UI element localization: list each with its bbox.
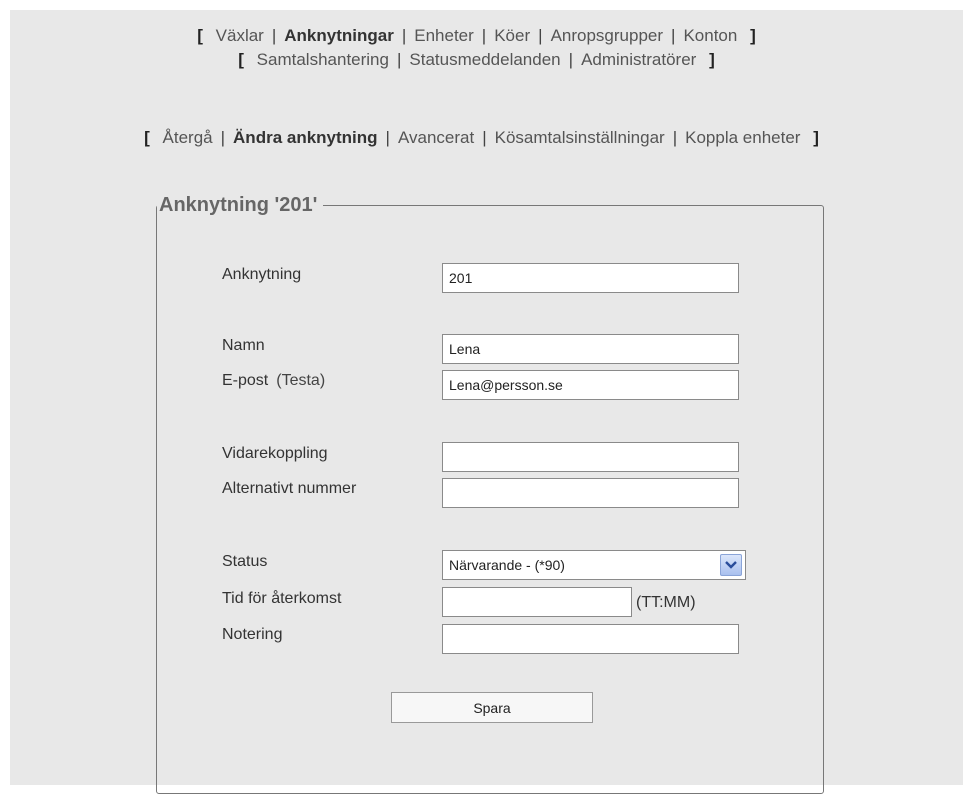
nav-administratorer[interactable]: Administratörer: [581, 50, 696, 69]
name-input[interactable]: [442, 334, 739, 364]
nav-anknytningar[interactable]: Anknytningar: [284, 26, 394, 45]
sub-navigation: [ Återgå | Ändra anknytning | Avancerat | Kösa…: [144, 128, 819, 147]
alt-number-label: Alternativt nummer: [222, 480, 357, 497]
nav-andra-anknytning[interactable]: Ändra anknytning: [233, 128, 378, 147]
forwarding-input[interactable]: [442, 442, 739, 472]
status-label: Status: [222, 553, 268, 570]
return-time-label: Tid för återkomst: [222, 590, 342, 607]
note-label: Notering: [222, 626, 283, 643]
nav-koppla-enheter[interactable]: Koppla enheter: [685, 128, 800, 147]
return-time-format-hint: (TT:MM): [636, 594, 696, 611]
nav-samtalshantering[interactable]: Samtalshantering: [257, 50, 389, 69]
main-nav-row-1: [ Växlar | Anknytningar | Enheter | Köer | Anrop…: [197, 26, 756, 45]
alt-number-input[interactable]: [442, 478, 739, 508]
email-test-link[interactable]: (Testa): [276, 372, 325, 389]
extension-legend: Anknytning '201': [159, 194, 318, 216]
extension-label: Anknytning: [222, 266, 302, 283]
email-input[interactable]: [442, 370, 739, 400]
nav-koer[interactable]: Köer: [494, 26, 530, 45]
nav-statusmeddelanden[interactable]: Statusmeddelanden: [409, 50, 560, 69]
save-button[interactable]: Spara: [391, 692, 593, 723]
main-navigation: [ Växlar | Anknytningar | Enheter | Köer | Anrop…: [0, 24, 953, 72]
email-label: E-post: [222, 372, 269, 389]
nav-enheter[interactable]: Enheter: [414, 26, 474, 45]
nav-konton[interactable]: Konton: [683, 26, 737, 45]
chevron-down-icon[interactable]: [720, 554, 742, 576]
name-label: Namn: [222, 337, 265, 354]
nav-vaxlar[interactable]: Växlar: [216, 26, 264, 45]
extension-input[interactable]: [442, 263, 739, 293]
main-nav-row-2: [ Samtalshantering | Statusmeddelanden | Adm…: [238, 50, 715, 69]
nav-kosamtalsinstallningar[interactable]: Kösamtalsinställningar: [495, 128, 665, 147]
nav-avancerat[interactable]: Avancerat: [398, 128, 474, 147]
status-selected-value: Närvarande - (*90): [449, 557, 565, 573]
nav-atergaa[interactable]: Återgå: [163, 128, 213, 147]
forwarding-label: Vidarekoppling: [222, 445, 328, 462]
status-select[interactable]: Närvarande - (*90): [442, 550, 746, 580]
nav-anropsgrupper[interactable]: Anropsgrupper: [551, 26, 663, 45]
note-input[interactable]: [442, 624, 739, 654]
email-label-row: E-post (Testa): [222, 372, 325, 390]
return-time-input[interactable]: [442, 587, 632, 617]
